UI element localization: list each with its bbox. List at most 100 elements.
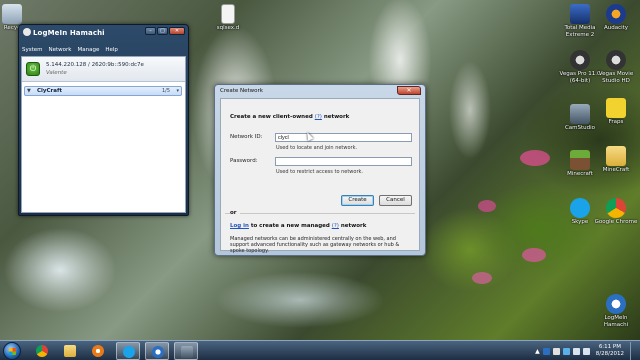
flower-cluster bbox=[520, 150, 550, 166]
network-id-label: Network ID: bbox=[230, 134, 263, 140]
desktop-icon-label: CamStudio bbox=[564, 125, 596, 131]
folder-icon bbox=[64, 345, 76, 357]
audacity-icon bbox=[606, 4, 626, 24]
tray-expand-arrow-icon[interactable]: ▲ bbox=[535, 348, 540, 355]
desktop-icon-hamachi[interactable]: LogMeIn Hamachi bbox=[594, 294, 638, 328]
vegas-movie-studio-icon bbox=[606, 50, 626, 70]
close-button[interactable]: ✕ bbox=[169, 27, 185, 35]
hamachi-menubar: System Network Manage Help bbox=[22, 47, 118, 53]
hamachi-icon bbox=[606, 294, 626, 314]
windows-logo-icon bbox=[3, 342, 21, 360]
help-link[interactable]: (?) bbox=[315, 114, 322, 120]
tray-app-icon[interactable] bbox=[542, 347, 550, 355]
managed-text: to create a new managed bbox=[250, 223, 330, 229]
desktop-icon-fraps[interactable]: Fraps bbox=[594, 98, 638, 126]
desktop-icon-label: MineCraft bbox=[602, 167, 630, 173]
managed-description: Managed networks can be administered cen… bbox=[230, 236, 400, 254]
menu-help[interactable]: Help bbox=[105, 47, 118, 53]
taskbar-media-player[interactable] bbox=[86, 342, 110, 360]
hamachi-title-text: LogMeIn Hamachi bbox=[33, 29, 105, 37]
taskbar-chrome[interactable] bbox=[30, 342, 54, 360]
expand-arrow-icon[interactable]: ▼ bbox=[27, 88, 31, 94]
desktop-icon-google-chrome[interactable]: Google Chrome bbox=[594, 198, 638, 226]
divider bbox=[225, 213, 415, 214]
cancel-button[interactable]: Cancel bbox=[379, 195, 412, 206]
managed-network-line: Log in to create a new managed (?) netwo… bbox=[230, 223, 366, 229]
camstudio-icon bbox=[570, 104, 590, 124]
desktop-icon-label: sqlsex.d bbox=[216, 25, 240, 31]
chrome-icon bbox=[606, 198, 626, 218]
hamachi-icon bbox=[152, 346, 164, 358]
network-row-clycraft[interactable]: ▼ ClyCraft 1/5 ▾ bbox=[24, 86, 182, 96]
taskbar-clock[interactable]: 6:11 PM 8/28/2012 bbox=[596, 344, 624, 358]
network-menu-arrow-icon[interactable]: ▾ bbox=[176, 88, 179, 94]
file-icon bbox=[221, 4, 235, 24]
maximize-button[interactable]: □ bbox=[157, 27, 168, 35]
create-button[interactable]: Create bbox=[341, 195, 374, 206]
total-media-icon bbox=[570, 4, 590, 24]
power-button[interactable]: ⏻ bbox=[26, 62, 40, 76]
dialog-heading-text: Create a new client-owned bbox=[230, 114, 313, 120]
desktop-icon-label: Total Media Extreme 2 bbox=[564, 25, 596, 38]
desktop-icon-label: Vegas Movie Studio HD bbox=[598, 71, 634, 84]
media-player-icon bbox=[92, 345, 104, 357]
start-button[interactable] bbox=[1, 341, 23, 360]
flower-cluster bbox=[472, 272, 492, 284]
network-id-field[interactable] bbox=[275, 133, 412, 142]
log-in-link[interactable]: Log in bbox=[230, 223, 249, 229]
folder-icon bbox=[606, 146, 626, 166]
vegas-pro-icon bbox=[570, 50, 590, 70]
hamachi-account-panel: ⏻ 5.144.220.128 / 2620:9b::590:dc7e Vale… bbox=[22, 57, 185, 82]
hamachi-title: LogMeIn Hamachi bbox=[23, 28, 105, 37]
desktop-icon-label: Fraps bbox=[608, 119, 624, 125]
taskbar-skype[interactable] bbox=[116, 342, 140, 360]
tray-app-icon[interactable] bbox=[562, 347, 570, 355]
desktop-icon-label: Audacity bbox=[603, 25, 629, 31]
desktop-icon-label: Skype bbox=[571, 219, 589, 225]
desktop-icon-label: Minecraft bbox=[567, 171, 593, 177]
dialog-heading: Create a new client-owned (?) network bbox=[230, 114, 349, 120]
flower-cluster bbox=[522, 248, 546, 262]
taskbar: ▲ 6:11 PM 8/28/2012 bbox=[0, 340, 640, 360]
dialog-heading-suffix: network bbox=[323, 114, 350, 120]
hamachi-network-list: ⏻ 5.144.220.128 / 2620:9b::590:dc7e Vale… bbox=[21, 56, 186, 213]
network-id-hint: Used to locate and join network. bbox=[276, 145, 358, 151]
taskbar-explorer[interactable] bbox=[58, 342, 82, 360]
desktop-icon-audacity[interactable]: Audacity bbox=[594, 4, 638, 32]
hamachi-client-name[interactable]: Valente bbox=[46, 70, 67, 76]
hamachi-ip-address: 5.144.220.128 / 2620:9b::590:dc7e bbox=[46, 62, 144, 68]
skype-icon bbox=[123, 346, 135, 358]
clock-date: 8/28/2012 bbox=[595, 351, 624, 357]
menu-system[interactable]: System bbox=[22, 47, 43, 53]
desktop-icon-file[interactable]: sqlsex.d bbox=[206, 4, 250, 32]
hamachi-window-controls: – □ ✕ bbox=[145, 27, 185, 35]
dialog-title: Create Network bbox=[220, 88, 263, 94]
desktop-icon-label: LogMeIn Hamachi bbox=[603, 315, 629, 328]
or-label: or bbox=[230, 210, 240, 216]
taskbar-hamachi[interactable] bbox=[145, 342, 169, 360]
minimize-button[interactable]: – bbox=[145, 27, 156, 35]
tray-app-icon[interactable] bbox=[552, 347, 560, 355]
recycle-bin-icon bbox=[2, 4, 22, 24]
menu-network[interactable]: Network bbox=[49, 47, 72, 53]
managed-help-link[interactable]: (?) bbox=[332, 223, 339, 229]
desktop-icon-minecraft-folder[interactable]: MineCraft bbox=[594, 146, 638, 174]
dialog-body: Create a new client-owned (?) network Ne… bbox=[220, 98, 420, 254]
create-network-dialog: Create Network ✕ Create a new client-own… bbox=[214, 84, 426, 256]
minecraft-icon bbox=[570, 150, 590, 170]
flower-cluster bbox=[478, 200, 496, 212]
desktop-icon-label: Google Chrome bbox=[594, 219, 638, 225]
hamachi-logo-icon bbox=[23, 28, 31, 36]
show-desktop-button[interactable] bbox=[630, 342, 636, 360]
taskbar-camstudio[interactable] bbox=[174, 342, 198, 360]
menu-manage[interactable]: Manage bbox=[77, 47, 99, 53]
password-label: Password: bbox=[230, 158, 258, 164]
tray-network-icon[interactable] bbox=[572, 347, 580, 355]
network-member-count: 1/5 bbox=[161, 88, 170, 94]
password-field[interactable] bbox=[275, 157, 412, 166]
tray-volume-icon[interactable] bbox=[582, 347, 590, 355]
desktop-icon-vegas-movie-studio[interactable]: Vegas Movie Studio HD bbox=[594, 50, 638, 84]
dialog-close-button[interactable]: ✕ bbox=[397, 86, 421, 95]
password-hint: Used to restrict access to network. bbox=[276, 169, 363, 175]
chrome-icon bbox=[36, 345, 48, 357]
